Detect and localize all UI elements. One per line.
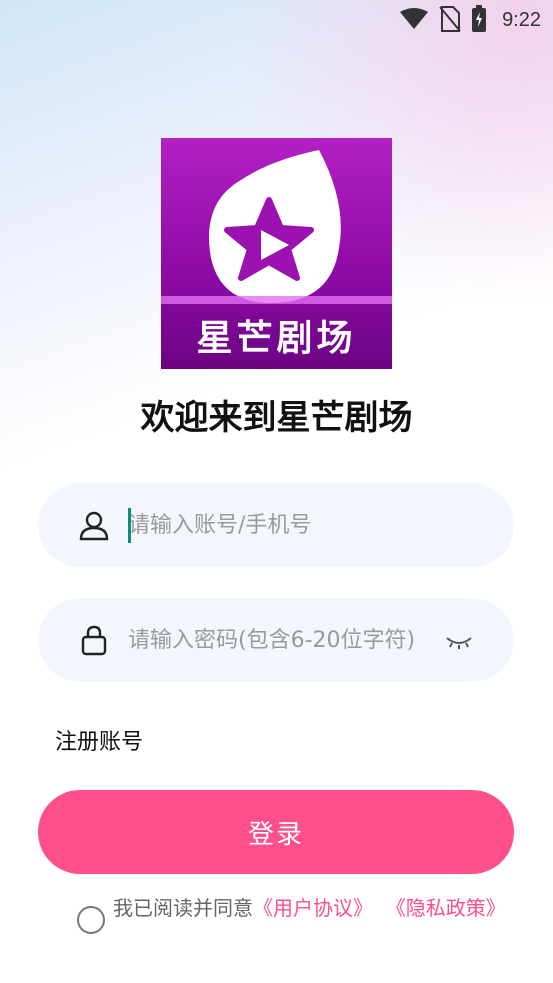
user-agreement-link[interactable]: 《用户协议》 xyxy=(253,896,373,920)
register-link[interactable]: 注册账号 xyxy=(55,724,143,756)
battery-charging-icon xyxy=(472,5,486,32)
wifi-icon xyxy=(400,8,428,29)
password-field[interactable] xyxy=(38,598,514,682)
account-field[interactable] xyxy=(38,483,514,567)
eye-closed-icon[interactable] xyxy=(444,626,474,654)
account-input[interactable] xyxy=(128,483,428,567)
password-input[interactable] xyxy=(128,598,428,682)
status-bar: 9:22 xyxy=(0,0,553,40)
status-time: 9:22 xyxy=(502,9,541,31)
text-caret xyxy=(128,508,131,543)
lock-icon xyxy=(81,625,107,656)
logo-text: 星芒剧场 xyxy=(196,318,357,359)
privacy-policy-link[interactable]: 《隐私政策》 xyxy=(386,896,506,920)
app-logo: 星芒剧场 xyxy=(161,138,392,369)
user-icon xyxy=(79,511,109,541)
agreement-prefix: 我已阅读并同意 xyxy=(113,896,253,920)
agreement-checkbox[interactable] xyxy=(77,906,105,934)
welcome-title: 欢迎来到星芒剧场 xyxy=(140,398,413,438)
no-sim-icon xyxy=(439,6,461,32)
agreement-text: 我已阅读并同意《用户协议》 《隐私政策》 xyxy=(113,896,513,921)
login-button[interactable]: 登录 xyxy=(38,790,514,874)
